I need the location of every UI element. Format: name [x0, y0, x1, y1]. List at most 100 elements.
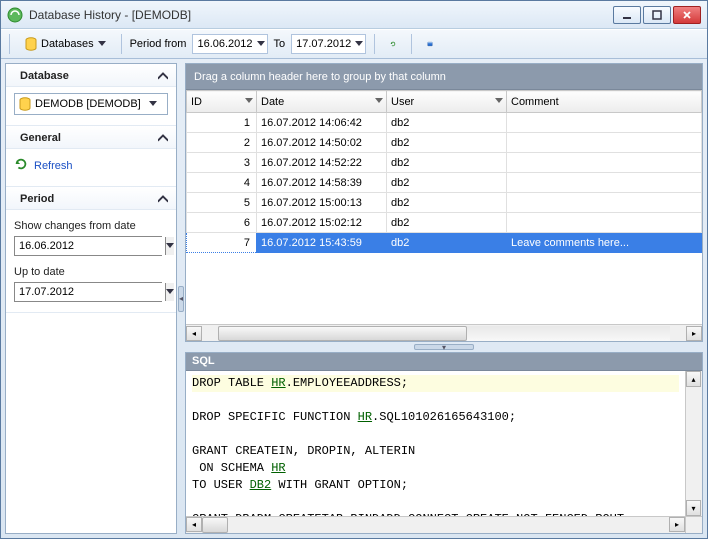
general-panel-body: Refresh — [6, 149, 176, 187]
scroll-thumb[interactable] — [202, 517, 228, 533]
period-from-label: Period from — [130, 38, 187, 50]
cell-date: 16.07.2012 14:52:22 — [257, 153, 387, 173]
table-row[interactable]: 116.07.2012 14:06:42db2 — [187, 113, 702, 133]
dropdown-caret-icon — [149, 101, 165, 107]
database-panel-body: DEMODB [DEMODB] — [6, 87, 176, 126]
column-header-comment[interactable]: Comment — [507, 91, 702, 113]
sql-vertical-scrollbar[interactable]: ▴ ▾ — [685, 371, 702, 516]
scroll-right-button[interactable]: ▸ — [686, 326, 702, 341]
toolbar-date-from[interactable]: 16.06.2012 — [192, 34, 267, 54]
database-selector[interactable]: DEMODB [DEMODB] — [14, 93, 168, 115]
cell-id: 7 — [187, 233, 257, 253]
close-button[interactable] — [673, 6, 701, 24]
sidebar: Database DEMODB [DEMODB] General — [5, 63, 177, 534]
cell-comment — [507, 213, 702, 233]
refresh-icon — [14, 157, 28, 174]
cell-user: db2 — [387, 233, 507, 253]
databases-menu-button[interactable]: Databases — [18, 33, 113, 55]
cell-user: db2 — [387, 113, 507, 133]
databases-label: Databases — [41, 38, 94, 50]
cell-id: 4 — [187, 173, 257, 193]
to-date-input[interactable] — [14, 282, 162, 302]
table-row[interactable]: 216.07.2012 14:50:02db2 — [187, 133, 702, 153]
toolbar-separator — [411, 34, 412, 54]
table-row[interactable]: 316.07.2012 14:52:22db2 — [187, 153, 702, 173]
cell-comment: Leave comments here... — [507, 233, 702, 253]
grid-horizontal-scrollbar[interactable]: ◂ ▸ — [186, 324, 702, 341]
refresh-button[interactable] — [383, 34, 403, 54]
window-buttons — [613, 6, 701, 24]
minimize-button[interactable] — [613, 6, 641, 24]
toolbar: Databases Period from 16.06.2012 To 17.0… — [1, 29, 707, 59]
dropdown-caret-icon[interactable] — [165, 283, 174, 301]
scroll-up-button[interactable]: ▴ — [686, 371, 701, 387]
database-selected-value: DEMODB [DEMODB] — [35, 98, 149, 110]
cell-comment — [507, 133, 702, 153]
column-header-date[interactable]: Date — [257, 91, 387, 113]
scroll-track[interactable] — [218, 326, 670, 341]
table-row[interactable]: 416.07.2012 14:58:39db2 — [187, 173, 702, 193]
toolbar-separator — [9, 34, 10, 54]
cell-user: db2 — [387, 173, 507, 193]
cell-id: 2 — [187, 133, 257, 153]
general-panel-title: General — [20, 132, 61, 144]
sql-text-area[interactable]: DROP TABLE HR.EMPLOYEEADDRESS; DROP SPEC… — [186, 371, 685, 516]
main-area: Drag a column header here to group by th… — [185, 63, 703, 534]
dropdown-caret-icon[interactable] — [165, 237, 174, 255]
cell-user: db2 — [387, 193, 507, 213]
cell-date: 16.07.2012 15:02:12 — [257, 213, 387, 233]
content-area: Database DEMODB [DEMODB] General — [1, 59, 707, 538]
from-date-label: Show changes from date — [14, 220, 168, 232]
database-icon — [25, 37, 37, 51]
period-panel-header[interactable]: Period — [6, 187, 176, 210]
data-grid[interactable]: ID Date User Comment 116.07.2012 14:06:4… — [186, 90, 702, 324]
maximize-button[interactable] — [643, 6, 671, 24]
cell-id: 3 — [187, 153, 257, 173]
cell-id: 6 — [187, 213, 257, 233]
general-panel-header[interactable]: General — [6, 126, 176, 149]
database-panel-header[interactable]: Database — [6, 64, 176, 87]
column-menu-icon[interactable] — [374, 95, 384, 108]
group-by-header[interactable]: Drag a column header here to group by th… — [186, 64, 702, 90]
scroll-right-button[interactable]: ▸ — [669, 517, 685, 532]
from-date-field[interactable] — [15, 237, 165, 255]
toolbar-date-to[interactable]: 17.07.2012 — [291, 34, 366, 54]
cell-comment — [507, 193, 702, 213]
collapse-icon — [158, 195, 168, 203]
column-header-user[interactable]: User — [387, 91, 507, 113]
sql-panel: SQL DROP TABLE HR.EMPLOYEEADDRESS; DROP … — [185, 352, 703, 534]
vertical-splitter[interactable]: ◂ — [177, 63, 185, 534]
column-menu-icon[interactable] — [244, 95, 254, 108]
scroll-thumb[interactable] — [218, 326, 467, 341]
cell-user: db2 — [387, 133, 507, 153]
window-action-button[interactable] — [420, 34, 440, 54]
grid-panel: Drag a column header here to group by th… — [185, 63, 703, 342]
cell-date: 16.07.2012 15:00:13 — [257, 193, 387, 213]
dropdown-caret-icon — [98, 41, 106, 47]
table-row[interactable]: 616.07.2012 15:02:12db2 — [187, 213, 702, 233]
scroll-left-button[interactable]: ◂ — [186, 517, 202, 532]
scroll-down-button[interactable]: ▾ — [686, 500, 701, 516]
dropdown-caret-icon — [355, 41, 363, 47]
to-label: To — [274, 38, 286, 50]
column-header-id[interactable]: ID — [187, 91, 257, 113]
cell-comment — [507, 153, 702, 173]
period-panel-title: Period — [20, 193, 54, 205]
refresh-link[interactable]: Refresh — [34, 160, 73, 172]
sql-horizontal-scrollbar[interactable]: ◂ ▸ — [186, 516, 702, 533]
from-date-input[interactable] — [14, 236, 162, 256]
period-panel-body: Show changes from date Up to date — [6, 210, 176, 313]
table-row[interactable]: 716.07.2012 15:43:59db2Leave comments he… — [187, 233, 702, 253]
cell-user: db2 — [387, 213, 507, 233]
window-title: Database History - [DEMODB] — [29, 8, 613, 22]
refresh-link-row: Refresh — [14, 155, 168, 176]
horizontal-splitter[interactable]: ▾ — [185, 342, 703, 352]
table-row[interactable]: 516.07.2012 15:00:13db2 — [187, 193, 702, 213]
to-date-field[interactable] — [15, 283, 165, 301]
sql-panel-header: SQL — [186, 353, 702, 371]
to-date-label: Up to date — [14, 266, 168, 278]
cell-comment — [507, 173, 702, 193]
titlebar[interactable]: Database History - [DEMODB] — [1, 1, 707, 29]
scroll-left-button[interactable]: ◂ — [186, 326, 202, 341]
column-menu-icon[interactable] — [494, 95, 504, 108]
